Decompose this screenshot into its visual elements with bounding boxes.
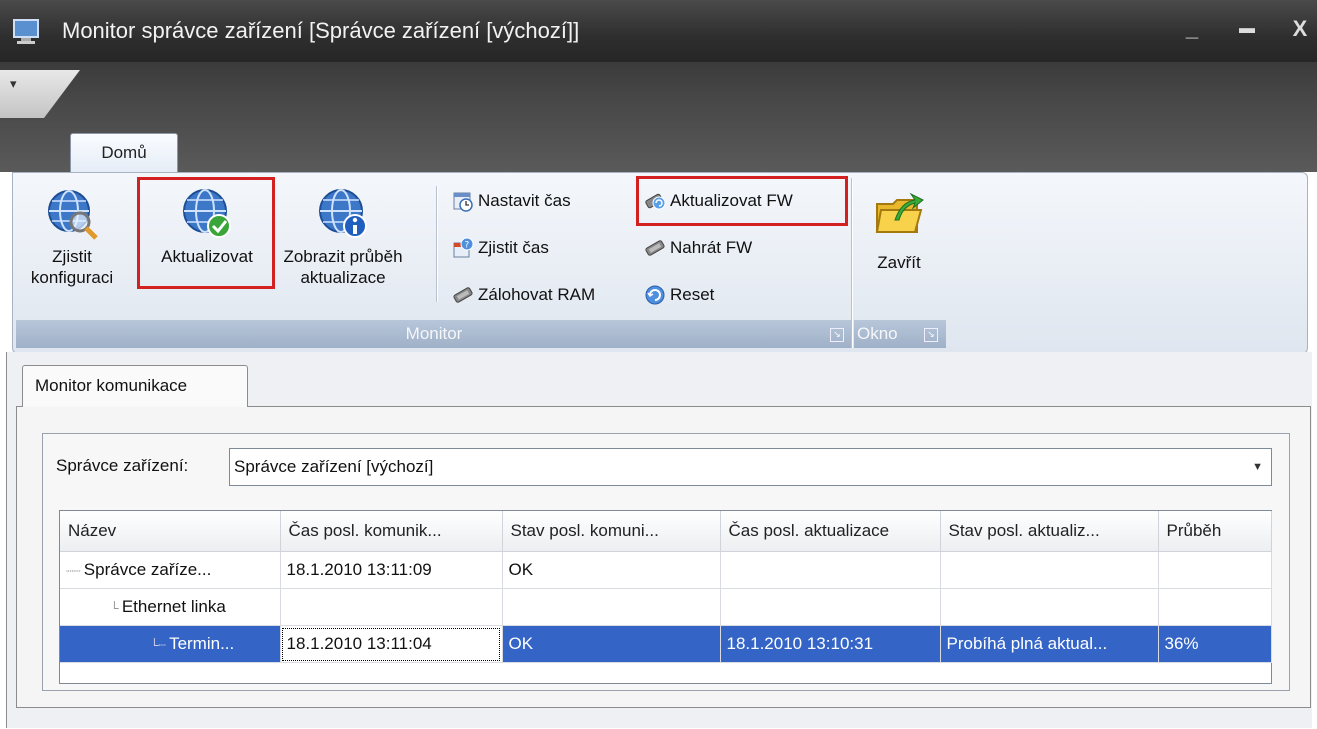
row-update-time: 18.1.2010 13:10:31 xyxy=(720,625,941,663)
row-comm-time: 18.1.2010 13:11:09 xyxy=(280,551,503,589)
tree-connector: └┈ xyxy=(150,638,170,652)
chip-icon xyxy=(453,287,473,303)
tab-home[interactable]: Domů xyxy=(70,133,178,174)
close-window-button[interactable]: X xyxy=(1283,14,1317,44)
tree-cell: └ Ethernet linka xyxy=(60,588,281,626)
row-update-state xyxy=(940,551,1159,589)
table-row-selected[interactable]: └┈ Termin... 18.1.2010 13:11:04 OK 18.1.… xyxy=(60,625,1272,663)
detect-config-button[interactable]: Zjistit konfiguraci xyxy=(12,186,132,288)
detect-config-label-1: Zjistit xyxy=(52,247,92,266)
row-comm-time: 18.1.2010 13:11:04 xyxy=(280,625,503,663)
show-progress-label-2: aktualizace xyxy=(300,268,386,287)
upload-fw-button[interactable]: Nahrát FW xyxy=(644,234,752,262)
close-label: Zavřít xyxy=(877,253,921,272)
backup-ram-button[interactable]: Zálohovat RAM xyxy=(452,281,595,309)
table-row[interactable]: ┈┈ Správce zaříze... 18.1.2010 13:11:09 … xyxy=(60,551,1272,589)
row-update-state: Probíhá plná aktual... xyxy=(940,625,1159,663)
row-comm-state: OK xyxy=(502,551,721,589)
show-progress-button[interactable]: Zobrazit průběh aktualizace xyxy=(274,186,412,288)
calendar-clock-icon xyxy=(453,192,473,212)
row-comm-state: OK xyxy=(502,625,721,663)
calendar-query-icon: ? xyxy=(453,237,474,258)
table-row[interactable]: └ Ethernet linka xyxy=(60,588,1272,626)
ribbon-header xyxy=(0,62,1317,172)
title-bar: Monitor správce zařízení [Správce zaříze… xyxy=(0,0,1317,62)
row-progress xyxy=(1158,551,1272,589)
device-manager-select[interactable]: Správce zařízení [výchozí] ▼ xyxy=(229,448,1272,486)
column-header-update-state[interactable]: Stav posl. aktualiz... xyxy=(940,511,1159,552)
grid-header-row: Název Čas posl. komunik... Stav posl. ko… xyxy=(60,511,1272,552)
row-update-state xyxy=(940,588,1159,626)
row-name: Ethernet linka xyxy=(121,597,226,616)
window-dialog-launcher-icon[interactable]: ↘ xyxy=(924,328,938,342)
column-header-comm-time[interactable]: Čas posl. komunik... xyxy=(280,511,503,552)
minimize-button[interactable]: _ xyxy=(1175,14,1209,44)
detect-config-label-2: konfiguraci xyxy=(30,268,114,287)
chevron-down-icon[interactable]: ▼ xyxy=(1252,449,1263,485)
column-header-progress[interactable]: Průběh xyxy=(1158,511,1272,552)
column-header-name[interactable]: Název xyxy=(60,511,281,552)
svg-text:?: ? xyxy=(465,241,470,251)
reset-button[interactable]: Reset xyxy=(644,281,714,309)
window-title: Monitor správce zařízení [Správce zaříze… xyxy=(62,18,580,43)
set-time-button[interactable]: Nastavit čas xyxy=(452,187,571,215)
group-monitor-label: Monitor xyxy=(16,320,852,348)
tree-connector: ┈┈ xyxy=(66,564,84,578)
monitor-dialog-launcher-icon[interactable]: ↘ xyxy=(830,328,844,342)
ribbon-separator xyxy=(851,178,853,348)
tree-cell: └┈ Termin... xyxy=(60,625,281,663)
tree-connector: └ xyxy=(110,601,122,615)
column-header-update-time[interactable]: Čas posl. aktualizace xyxy=(720,511,941,552)
row-comm-state xyxy=(502,588,721,626)
tree-cell: ┈┈ Správce zaříze... xyxy=(60,551,281,589)
globe-search-icon xyxy=(48,190,98,240)
chip-icon xyxy=(645,240,665,256)
device-manager-label: Správce zařízení: xyxy=(56,456,189,475)
folder-exit-icon xyxy=(875,192,924,233)
row-progress: 36% xyxy=(1158,625,1272,663)
maximize-button[interactable]: ▬ xyxy=(1230,14,1264,44)
get-time-button[interactable]: ? Zjistit čas xyxy=(452,234,549,262)
tab-monitor-communication[interactable]: Monitor komunikace xyxy=(22,365,248,407)
row-update-time xyxy=(720,551,941,589)
row-comm-time xyxy=(280,588,503,626)
reset-refresh-icon xyxy=(645,285,665,305)
column-header-comm-state[interactable]: Stav posl. komuni... xyxy=(502,511,721,552)
close-button[interactable]: Zavřít xyxy=(856,186,942,273)
row-name: Správce zaříze... xyxy=(83,560,212,579)
update-highlight-box xyxy=(137,177,275,289)
row-progress xyxy=(1158,588,1272,626)
row-name: Termin... xyxy=(169,634,235,653)
app-monitor-icon xyxy=(13,19,39,44)
row-update-time xyxy=(720,588,941,626)
communication-grid[interactable]: Název Čas posl. komunik... Stav posl. ko… xyxy=(59,510,1272,684)
quick-access-menu-icon[interactable]: ▾ xyxy=(10,76,17,92)
show-progress-label-1: Zobrazit průběh xyxy=(283,247,403,266)
globe-info-icon xyxy=(319,189,367,238)
update-fw-highlight-box xyxy=(636,176,848,226)
ribbon-separator xyxy=(436,186,438,302)
